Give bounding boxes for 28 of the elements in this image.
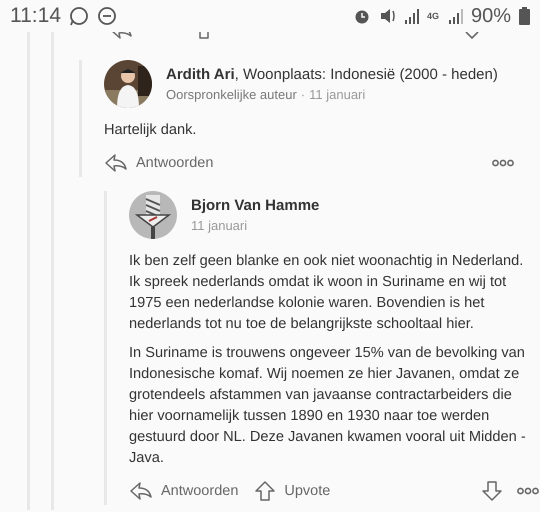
clock: 11:14 [10,4,61,28]
signal-icon [404,8,419,24]
comment-text: Hartelijk dank. [104,121,198,140]
separator-dot: · [300,87,306,102]
comment-date: 11 januari [309,87,366,102]
upvote-button[interactable]: Upvote [254,480,330,502]
downvote-icon [481,480,503,502]
author-name: Bjorn Van Hamme [191,197,320,214]
chat-icon [69,6,89,26]
comment-date: 11 januari [191,218,248,233]
comment-text: Ik ben zelf geen blanke en ook niet woonachtig in Nederland. Ik spreek nederlands omdat ik woon in Suriname en wij tot 1975 een nederlandse kolonie waren. Bovendien is het nederlands tot nu toe de belangrijkste schooltaal hier. [129,252,524,334]
downvote-button[interactable] [481,480,503,502]
more-icon [492,159,514,167]
more-icon [517,487,539,495]
mute-icon [378,7,397,25]
do-not-disturb-icon [97,6,117,26]
reply-button[interactable]: Antwoorden [104,153,214,173]
author-role: Oorspronkelijke auteur [166,87,297,102]
battery-level: 90% [470,4,511,28]
more-button[interactable] [517,487,539,495]
signal-icon [448,8,463,24]
more-button[interactable] [492,159,514,167]
battery-icon [519,7,530,25]
reply-button[interactable]: Antwoorden [129,481,238,501]
author-name: Ardith Ari, Woonplaats: Indonesië (2000 - heden) [166,66,498,83]
comment-text: In Suriname is trouwens ongeveer 15% van de bevolking van Indonesische komaf. Wij noemen ze hier Javanen, omdat ze grotendeels afstammen van javaanse contractarbeiders die hier voornamelijk tussen 1890 en 1930 naar toe werden gestuurd door NL. Deze Javanen kwamen vooral uit Midden - Java. [129,344,527,468]
network-type: 4G [426,12,440,20]
caret-icon [464,32,480,40]
